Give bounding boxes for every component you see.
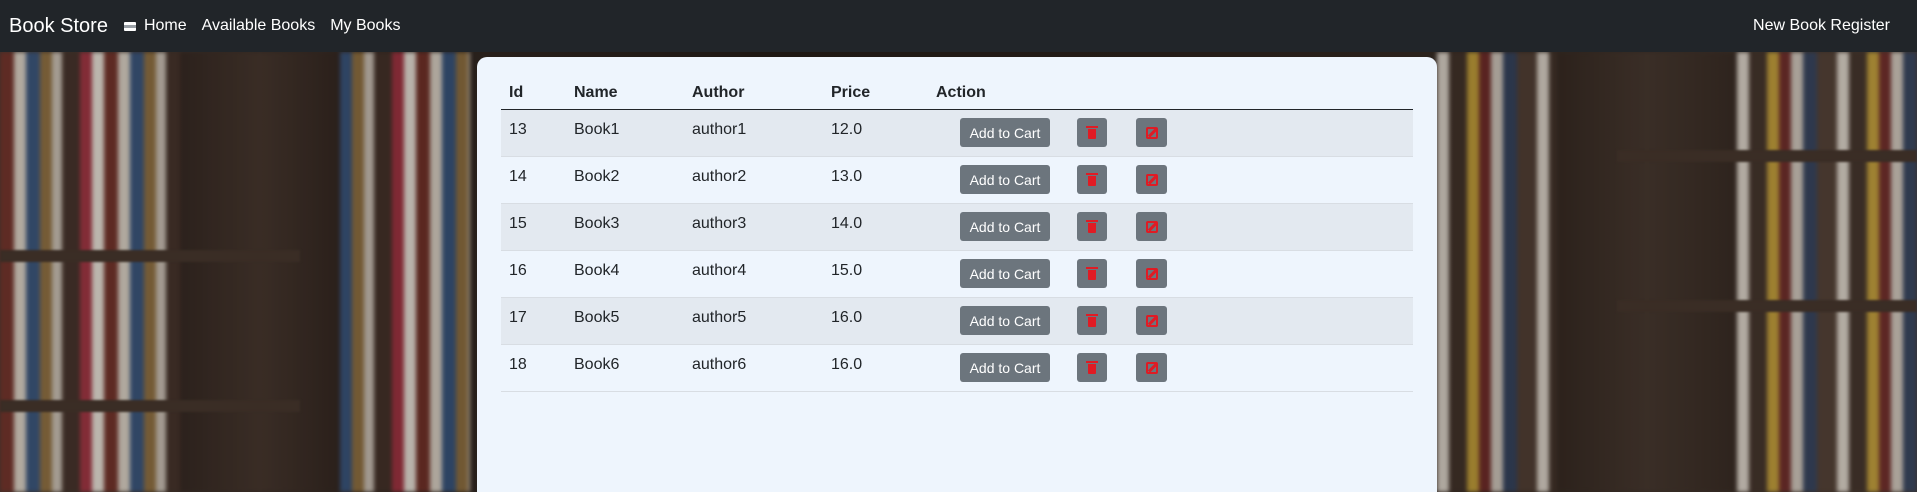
nav-home-label: Home (143, 17, 187, 34)
delete-button[interactable] (1077, 212, 1107, 241)
edit-button[interactable] (1136, 306, 1167, 335)
table-row: 13 Book1 author1 12.0 Add to Cart (501, 109, 1413, 157)
table-row: 14 Book2 author2 13.0 Add to Cart (501, 157, 1413, 204)
books-card: Id Name Author Price Action 13 Book1 aut… (477, 57, 1437, 492)
shelf-board (1617, 150, 1917, 162)
table-row: 17 Book5 author5 16.0 Add to Cart (501, 297, 1413, 345)
cell-name: Book2 (574, 168, 620, 185)
table-row: 16 Book4 author4 15.0 Add to Cart (501, 251, 1413, 298)
cell-author: author6 (692, 356, 747, 373)
edit-button[interactable] (1136, 353, 1167, 382)
edit-icon (1145, 173, 1158, 186)
add-to-cart-button[interactable]: Add to Cart (960, 259, 1050, 288)
header-name: Name (566, 77, 684, 110)
cell-name: Book5 (574, 309, 620, 326)
edit-icon (1145, 126, 1158, 139)
cell-author: author1 (692, 121, 747, 138)
nav-new-book-register[interactable]: New Book Register (1753, 17, 1890, 35)
trash-icon (1086, 361, 1098, 374)
edit-button[interactable] (1136, 165, 1167, 194)
trash-icon (1086, 126, 1098, 139)
add-to-cart-button[interactable]: Add to Cart (960, 212, 1050, 241)
cell-actions: Add to Cart (928, 345, 1413, 392)
cell-name: Book1 (574, 121, 620, 138)
header-price: Price (823, 77, 928, 110)
edit-icon (1145, 314, 1158, 327)
cell-name: Book3 (574, 215, 620, 232)
delete-button[interactable] (1077, 259, 1107, 288)
bookshelf-left (0, 52, 470, 492)
cell-author: author2 (692, 168, 747, 185)
add-to-cart-button[interactable]: Add to Cart (960, 353, 1050, 382)
header-author: Author (684, 77, 823, 110)
cell-id: 18 (509, 356, 527, 373)
cell-price: 16.0 (831, 356, 863, 373)
cell-id: 15 (509, 215, 527, 232)
nav-my-books[interactable]: My Books (330, 17, 400, 35)
cell-id: 14 (509, 168, 527, 185)
add-to-cart-button[interactable]: Add to Cart (960, 118, 1050, 147)
delete-button[interactable] (1077, 306, 1107, 335)
edit-button[interactable] (1136, 118, 1167, 147)
cell-price: 15.0 (831, 262, 863, 279)
nav-home[interactable]: Home (123, 17, 187, 35)
table-row: 15 Book3 author3 14.0 Add to Cart (501, 203, 1413, 251)
edit-icon (1145, 267, 1158, 280)
cell-name: Book6 (574, 356, 620, 373)
delete-button[interactable] (1077, 165, 1107, 194)
edit-button[interactable] (1136, 259, 1167, 288)
cell-actions: Add to Cart (928, 157, 1413, 204)
edit-button[interactable] (1136, 212, 1167, 241)
edit-icon (1145, 220, 1158, 233)
add-to-cart-button[interactable]: Add to Cart (960, 165, 1050, 194)
cell-actions: Add to Cart (928, 204, 1413, 251)
books-table: Id Name Author Price Action 13 Book1 aut… (501, 77, 1413, 392)
header-id: Id (501, 77, 566, 110)
bookshelf-right (1437, 52, 1917, 492)
home-icon (123, 21, 136, 31)
cell-actions: Add to Cart (928, 251, 1413, 298)
shelf-board (1617, 300, 1917, 312)
add-to-cart-button[interactable]: Add to Cart (960, 306, 1050, 335)
header-action: Action (928, 77, 1413, 110)
table-header-row: Id Name Author Price Action (501, 77, 1413, 110)
cell-id: 17 (509, 309, 527, 326)
top-navbar: Book Store Home Available Books My Books… (0, 0, 1917, 52)
cell-author: author3 (692, 215, 747, 232)
cell-actions: Add to Cart (928, 110, 1413, 157)
cell-author: author4 (692, 262, 747, 279)
cell-price: 14.0 (831, 215, 863, 232)
cell-price: 13.0 (831, 168, 863, 185)
edit-icon (1145, 361, 1158, 374)
shelf-board (0, 250, 300, 262)
trash-icon (1086, 267, 1098, 280)
cell-price: 16.0 (831, 309, 863, 326)
trash-icon (1086, 220, 1098, 233)
brand-link[interactable]: Book Store (9, 15, 108, 38)
cell-name: Book4 (574, 262, 620, 279)
delete-button[interactable] (1077, 353, 1107, 382)
trash-icon (1086, 314, 1098, 327)
nav-available-books[interactable]: Available Books (202, 17, 316, 35)
delete-button[interactable] (1077, 118, 1107, 147)
cell-price: 12.0 (831, 121, 863, 138)
table-row: 18 Book6 author6 16.0 Add to Cart (501, 345, 1413, 392)
trash-icon (1086, 173, 1098, 186)
cell-id: 16 (509, 262, 527, 279)
shelf-board (0, 400, 300, 412)
cell-actions: Add to Cart (928, 298, 1413, 345)
cell-author: author5 (692, 309, 747, 326)
cell-id: 13 (509, 121, 527, 138)
